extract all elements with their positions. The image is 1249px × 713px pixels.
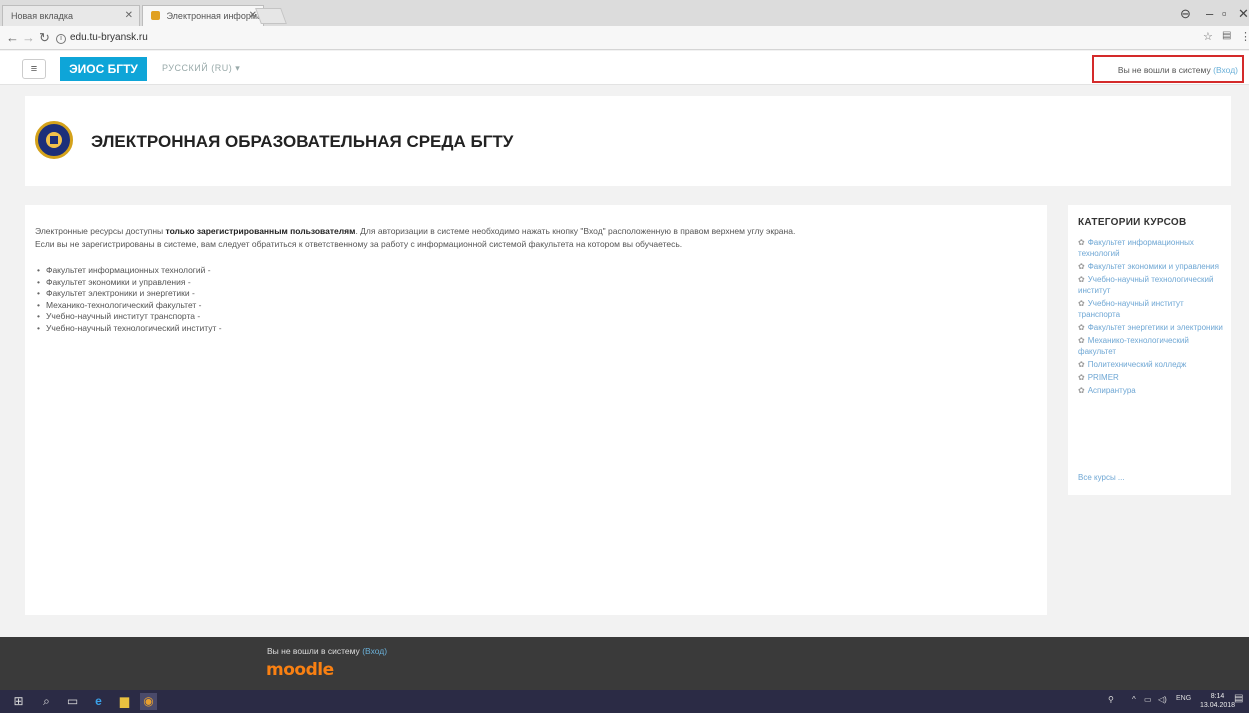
main-content: Электронные ресурсы доступны только заре…	[25, 205, 1047, 615]
list-item: Учебно-научный технологический институт …	[37, 323, 222, 335]
close-icon[interactable]: ✕	[125, 10, 133, 21]
os-taskbar: ⊞ ⌕ ▭ e ▆ ◉ ⚲ ^ ▭ ◁) ENG 8:14 13.04.2018…	[0, 690, 1249, 713]
bookmark-star-icon[interactable]: ☆	[1203, 30, 1213, 43]
list-item: Механико-технологический факультет -	[37, 300, 222, 312]
folder-icon: ✿	[1078, 238, 1085, 247]
course-categories-block: КАТЕГОРИИ КУРСОВ ✿ Факультет информационн…	[1068, 205, 1231, 495]
volume-icon[interactable]: ◁)	[1158, 695, 1167, 704]
forward-icon[interactable]: →	[22, 30, 35, 45]
folder-icon: ✿	[1078, 262, 1085, 271]
category-link[interactable]: ✿ Учебно-научный институт транспорта	[1078, 298, 1226, 320]
new-tab-button[interactable]	[255, 8, 287, 24]
list-item: Факультет экономики и управления -	[37, 277, 222, 289]
intro-text: Электронные ресурсы доступны только заре…	[35, 225, 1035, 251]
login-status-text: Вы не вошли в систему	[1117, 65, 1211, 75]
url-field[interactable]: i edu.tu-bryansk.ru	[56, 32, 148, 44]
all-courses-link[interactable]: Все курсы ...	[1078, 473, 1125, 482]
tray-chevron-icon[interactable]: ^	[1132, 695, 1136, 704]
login-link[interactable]: (Вход)	[1213, 65, 1238, 75]
intro-line2: Если вы не зарегистрированы в системе, в…	[35, 239, 683, 249]
category-link[interactable]: ✿ PRIMER	[1078, 372, 1226, 383]
language-selector[interactable]: РУССКИЙ (RU) ▾	[162, 63, 240, 74]
footer-login-info: Вы не вошли в систему (Вход)	[267, 646, 387, 656]
reload-icon[interactable]: ↻	[39, 30, 50, 46]
footer-login-link[interactable]: (Вход)	[362, 646, 387, 656]
back-icon[interactable]: ←	[6, 30, 19, 45]
folder-icon: ✿	[1078, 360, 1085, 369]
page-header: ЭЛЕКТРОННАЯ ОБРАЗОВАТЕЛЬНАЯ СРЕДА БГТУ	[25, 96, 1231, 186]
category-link[interactable]: ✿ Механико-технологический факультет	[1078, 335, 1226, 357]
tab-label: Новая вкладка	[11, 11, 74, 21]
category-link[interactable]: ✿ Факультет энергетики и электроники	[1078, 322, 1226, 333]
category-link[interactable]: ✿ Учебно-научный технологический институт	[1078, 274, 1226, 296]
user-tray-icon[interactable]: ⚲	[1108, 695, 1114, 704]
folder-icon: ✿	[1078, 386, 1085, 395]
block-title: КАТЕГОРИИ КУРСОВ	[1078, 217, 1187, 228]
intro-bold: только зарегистрированным пользователям	[165, 226, 356, 236]
task-view-icon[interactable]: ▭	[64, 693, 81, 710]
windows-start-icon[interactable]: ⊞	[10, 693, 27, 710]
minimize-icon[interactable]: –	[1206, 6, 1213, 21]
footer-login-text: Вы не вошли в систему	[267, 646, 360, 656]
folder-icon: ✿	[1078, 373, 1085, 382]
folder-icon: ✿	[1078, 323, 1085, 332]
language-indicator[interactable]: ENG	[1176, 695, 1191, 702]
page-footer: Вы не вошли в систему (Вход) moodle	[0, 637, 1249, 690]
list-item: Учебно-научный институт транспорта -	[37, 311, 222, 323]
list-item: Факультет информационных технологий -	[37, 265, 222, 277]
clock-date: 13.04.2018	[1200, 702, 1236, 709]
moodle-logo[interactable]: moodle	[266, 660, 334, 680]
hamburger-menu-button[interactable]: ≡	[22, 59, 46, 79]
file-explorer-icon[interactable]: ▆	[116, 693, 133, 710]
category-link[interactable]: ✿ Факультет экономики и управления	[1078, 261, 1226, 272]
menu-dots-icon[interactable]: ⋮	[1240, 30, 1249, 43]
favicon-icon	[151, 11, 160, 20]
category-link[interactable]: ✿ Политехнический колледж	[1078, 359, 1226, 370]
site-navbar: ≡ ЭИОС БГТУ РУССКИЙ (RU) ▾ Вы не вошли в…	[0, 51, 1249, 85]
clock-time: 8:14	[1210, 693, 1225, 700]
browser-tab-new[interactable]: Новая вкладка ✕	[2, 5, 140, 26]
folder-icon: ✿	[1078, 336, 1085, 345]
category-link[interactable]: ✿ Аспирантура	[1078, 385, 1226, 396]
intro-prefix: Электронные ресурсы доступны	[35, 226, 166, 236]
university-logo-icon	[35, 121, 73, 159]
info-icon[interactable]: i	[56, 34, 66, 44]
list-item: Факультет электроники и энергетики -	[37, 288, 222, 300]
chrome-browser-icon[interactable]: ◉	[140, 693, 157, 710]
browser-tab-strip: Новая вкладка ✕ Электронная информац ✕ ⊖…	[0, 0, 1249, 26]
address-bar: ← → ↻ i edu.tu-bryansk.ru ☆ ▤ ⋮	[0, 26, 1249, 50]
url-text: edu.tu-bryansk.ru	[70, 32, 148, 43]
maximize-icon[interactable]: ▫	[1222, 6, 1227, 21]
close-window-icon[interactable]: ✕	[1238, 6, 1249, 22]
category-link[interactable]: ✿ Факультет информационных технологий	[1078, 237, 1226, 259]
folder-icon: ✿	[1078, 275, 1085, 284]
network-icon[interactable]: ▭	[1144, 695, 1152, 704]
faculty-list: Факультет информационных технологий - Фа…	[37, 265, 222, 334]
profile-icon[interactable]: ⊖	[1180, 6, 1191, 22]
page-title: ЭЛЕКТРОННАЯ ОБРАЗОВАТЕЛЬНАЯ СРЕДА БГТУ	[91, 132, 514, 151]
clock[interactable]: 8:14 13.04.2018	[1200, 692, 1235, 710]
intro-suffix: . Для авторизации в системе необходимо н…	[355, 226, 796, 236]
extension-icon[interactable]: ▤	[1222, 30, 1231, 41]
search-icon[interactable]: ⌕	[38, 693, 55, 710]
edge-browser-icon[interactable]: e	[90, 693, 107, 710]
browser-tab-active[interactable]: Электронная информац ✕	[142, 5, 264, 26]
login-info: Вы не вошли в систему (Вход)	[1092, 55, 1244, 83]
notifications-icon[interactable]: ▤	[1234, 693, 1243, 704]
category-list: ✿ Факультет информационных технологий ✿ Фа…	[1078, 237, 1226, 398]
brand-link[interactable]: ЭИОС БГТУ	[60, 57, 147, 81]
folder-icon: ✿	[1078, 299, 1085, 308]
